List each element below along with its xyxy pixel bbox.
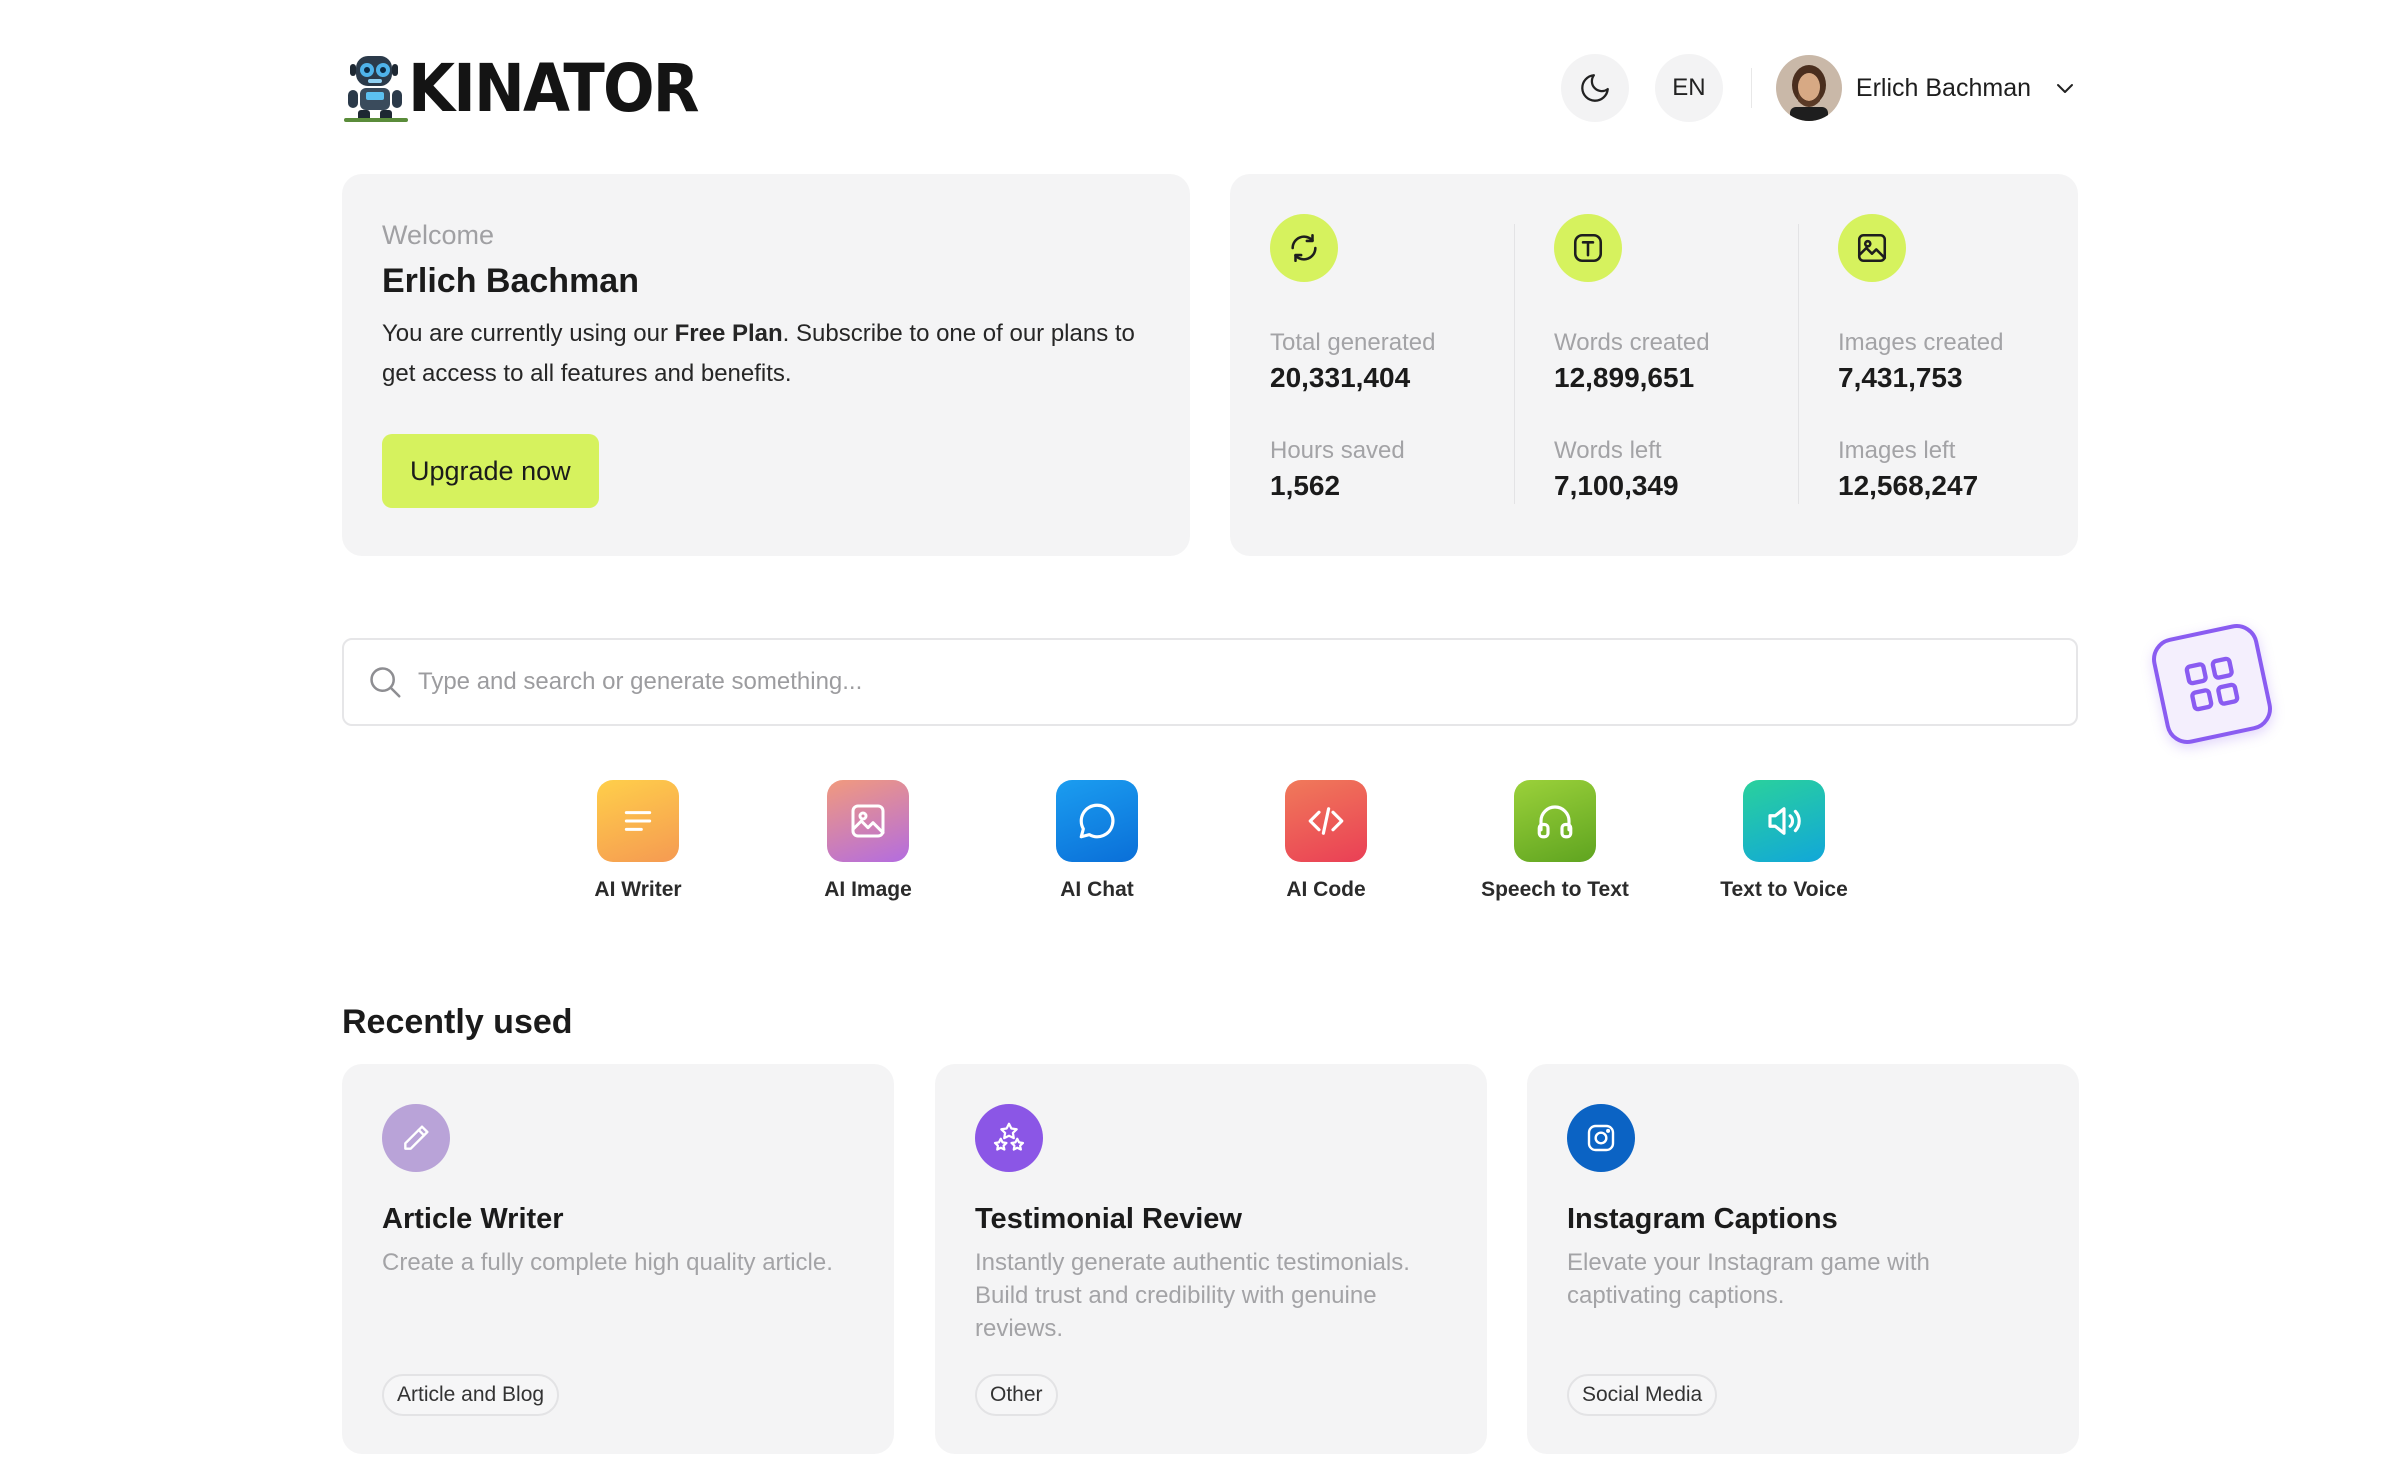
plan-message: You are currently using our Free Plan. S… <box>382 314 1162 394</box>
grid-icon <box>2184 656 2240 712</box>
tool-text-to-voice[interactable]: Text to Voice <box>1694 780 1874 904</box>
user-name: Erlich Bachman <box>1855 73 2031 102</box>
header: KINATOR EN Erlich Bachman <box>342 48 2077 128</box>
recent-title: Instagram Captions <box>1567 1203 1838 1235</box>
stars-icon <box>975 1104 1043 1172</box>
stat-value: 7,431,753 <box>1838 362 1963 393</box>
stat-label: Words created <box>1554 329 1710 356</box>
image-icon <box>1838 214 1906 282</box>
tool-ai-image[interactable]: AI Image <box>778 780 958 904</box>
speaker-icon <box>1743 780 1825 862</box>
stat-value: 12,568,247 <box>1838 470 1979 501</box>
stat-value: 7,100,349 <box>1554 470 1679 501</box>
stats-column-images: Images created 7,431,753 Images left 12,… <box>1838 214 2058 504</box>
category-tag[interactable]: Other <box>975 1374 1058 1416</box>
stats-divider <box>1514 224 1515 504</box>
search-bar[interactable] <box>342 638 2078 726</box>
moon-icon <box>1581 74 1609 102</box>
recent-description: Instantly generate authentic testimonial… <box>975 1249 1410 1342</box>
stat-value: 20,331,404 <box>1270 362 1411 393</box>
plan-name: Free Plan <box>674 320 783 347</box>
header-divider <box>1750 68 1752 108</box>
tool-label: AI Image <box>824 878 912 901</box>
plan-text-before: You are currently using our <box>382 320 675 347</box>
stat-value: 12,899,651 <box>1554 362 1695 393</box>
recent-description: Elevate your Instagram game with captiva… <box>1567 1249 1930 1309</box>
welcome-label: Welcome <box>382 220 495 250</box>
image-icon <box>827 780 909 862</box>
user-menu[interactable]: Erlich Bachman <box>1775 55 2077 121</box>
stats-column-total: Total generated 20,331,404 Hours saved 1… <box>1270 214 1490 504</box>
category-tag[interactable]: Social Media <box>1567 1374 1718 1416</box>
chat-bubble-icon <box>1056 780 1138 862</box>
recent-title: Testimonial Review <box>975 1203 1242 1235</box>
tool-ai-writer[interactable]: AI Writer <box>548 780 728 904</box>
language-button[interactable]: EN <box>1654 54 1723 122</box>
chevron-down-icon <box>2057 84 2073 93</box>
stat-label: Words left <box>1554 437 1662 464</box>
stat-label: Hours saved <box>1270 437 1405 464</box>
recently-used-title: Recently used <box>342 1003 573 1041</box>
headphones-icon <box>1514 780 1596 862</box>
recent-card-instagram-captions[interactable]: Instagram Captions Elevate your Instagra… <box>1527 1064 2079 1454</box>
lines-icon <box>597 780 679 862</box>
search-input[interactable] <box>418 668 2018 696</box>
upgrade-button[interactable]: Upgrade now <box>382 434 599 508</box>
tool-label: Speech to Text <box>1481 878 1629 901</box>
stat-label: Images left <box>1838 437 1956 464</box>
header-actions: EN Erlich Bachman <box>1560 48 2077 128</box>
recent-title: Article Writer <box>382 1203 564 1235</box>
theme-toggle-button[interactable] <box>1560 54 1629 122</box>
refresh-icon <box>1270 214 1338 282</box>
recent-card-testimonial-review[interactable]: Testimonial Review Instantly generate au… <box>935 1064 1487 1454</box>
tools-row: AI Writer AI Image AI Chat AI Code Speec… <box>0 780 2400 901</box>
robot-logo-icon <box>344 56 408 122</box>
welcome-card: Welcome Erlich Bachman You are currently… <box>342 174 1190 556</box>
tool-label: AI Code <box>1286 878 1366 901</box>
tool-label: AI Chat <box>1060 878 1134 901</box>
pencil-icon <box>382 1104 450 1172</box>
category-tag[interactable]: Article and Blog <box>382 1374 560 1416</box>
stats-divider <box>1798 224 1799 504</box>
tool-speech-to-text[interactable]: Speech to Text <box>1465 780 1645 904</box>
recent-description: Create a fully complete high quality art… <box>382 1249 833 1276</box>
stat-value: 1,562 <box>1270 470 1341 501</box>
code-icon <box>1285 780 1367 862</box>
apps-floating-button[interactable] <box>2147 619 2277 749</box>
search-icon <box>370 667 401 698</box>
logo-text: KINATOR <box>408 50 699 127</box>
logo[interactable]: KINATOR <box>342 52 723 126</box>
tool-ai-code[interactable]: AI Code <box>1236 780 1416 904</box>
welcome-user-name: Erlich Bachman <box>382 262 639 300</box>
tool-label: AI Writer <box>594 878 682 901</box>
text-icon <box>1554 214 1622 282</box>
avatar <box>1775 55 1842 121</box>
recent-card-article-writer[interactable]: Article Writer Create a fully complete h… <box>342 1064 894 1454</box>
stat-label: Images created <box>1838 329 2004 356</box>
stats-card: Total generated 20,331,404 Hours saved 1… <box>1230 174 2078 556</box>
tool-ai-chat[interactable]: AI Chat <box>1007 780 1187 904</box>
stats-column-words: Words created 12,899,651 Words left 7,10… <box>1554 214 1774 504</box>
instagram-icon <box>1567 1104 1635 1172</box>
stat-label: Total generated <box>1270 329 1436 356</box>
tool-label: Text to Voice <box>1720 878 1848 901</box>
